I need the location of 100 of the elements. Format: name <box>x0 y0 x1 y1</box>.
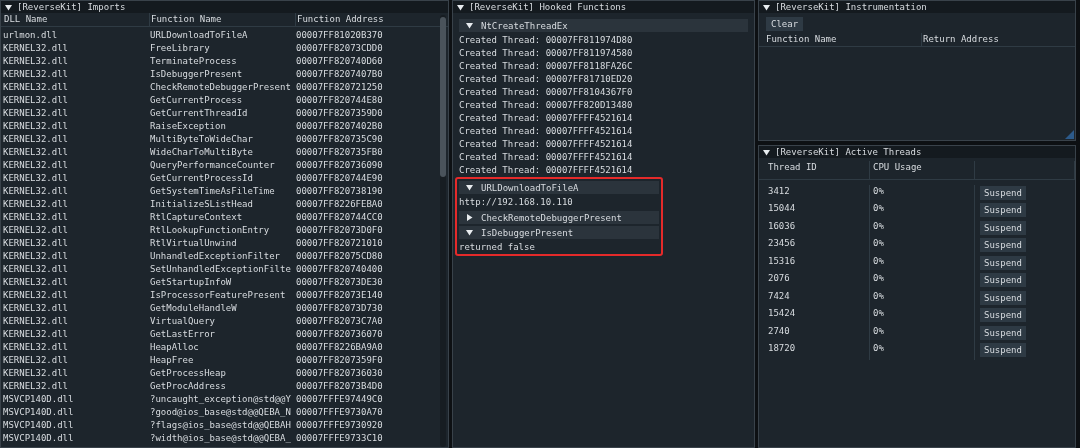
table-cell-text: 00007FF8226FEBA0 <box>296 198 384 211</box>
table-cell-text: KERNEL32.dll <box>3 328 70 341</box>
table-cell-text: KERNEL32.dll <box>3 211 70 224</box>
table-cell-text: UnhandledExceptionFilter <box>150 250 282 263</box>
column-header[interactable]: DLL Name <box>3 13 150 26</box>
table-cell-text: 00007FFFE97449C0 <box>296 393 384 406</box>
log-line: Created Thread: 00007FF8104367F0 <box>459 86 634 99</box>
tree-node-label: CheckRemoteDebuggerPresent <box>481 212 622 223</box>
table-cell-text: InitializeSListHead <box>150 198 254 211</box>
table-cell-text: KERNEL32.dll <box>3 159 70 172</box>
suspend-button[interactable]: Suspend <box>980 290 1026 305</box>
window-title-bar[interactable]: [ReverseKit] Hooked Functions <box>453 1 754 13</box>
table-cell: 3412 <box>765 184 870 202</box>
table-cell-text: KERNEL32.dll <box>3 172 70 185</box>
window-title-bar[interactable]: [ReverseKit] Active Threads <box>759 146 1075 158</box>
table-cell-text: MSVCP140D.dll <box>3 393 75 406</box>
tree-node-header[interactable]: IsDebuggerPresent <box>459 226 659 239</box>
expanded-arrow-icon[interactable] <box>466 184 473 191</box>
table-cell-text: KERNEL32.dll <box>3 198 70 211</box>
table-cell-text: TerminateProcess <box>150 55 238 68</box>
table-cell-text: RtlVirtualUnwind <box>150 237 238 250</box>
suspend-button[interactable]: Suspend <box>980 203 1026 217</box>
table-cell-text: 00007FF8207359D0 <box>296 107 384 120</box>
table-cell-text: KERNEL32.dll <box>3 120 70 133</box>
table-cell: 0% <box>870 202 975 220</box>
table-cell-text: 00007FF820736030 <box>296 367 384 380</box>
window-title-bar[interactable]: [ReverseKit] Instrumentation <box>759 1 1075 13</box>
resize-grip-icon[interactable] <box>1065 130 1074 139</box>
suspend-button[interactable]: Suspend <box>980 325 1026 340</box>
table-cell-text: KERNEL32.dll <box>3 94 70 107</box>
table-cell-text: KERNEL32.dll <box>3 55 70 68</box>
table-cell-text: QueryPerformanceCounter <box>150 159 276 172</box>
table-cell-text: ?good@ios_base@std@@QEBA_N <box>150 406 292 419</box>
suspend-button[interactable]: Suspend <box>980 185 1026 200</box>
table-cell-text: 00007FF82073D730 <box>296 302 384 315</box>
table-cell-text: KERNEL32.dll <box>3 237 70 250</box>
table-cell-text: KERNEL32.dll <box>3 146 70 159</box>
suspend-button[interactable]: Suspend <box>980 273 1026 287</box>
tree-node-header[interactable]: NtCreateThreadEx <box>459 19 748 32</box>
table-cell-text: MSVCP140D.dll <box>3 419 75 432</box>
table-cell-text: 00007FF82075CD80 <box>296 250 384 263</box>
table-cell-text: 00007FF8207402B0 <box>296 120 384 133</box>
table-cell-text: ?flags@ios_base@std@@QEBAH <box>150 419 292 432</box>
table-cell-text: 00007FF820735C90 <box>296 133 384 146</box>
expanded-arrow-icon[interactable] <box>763 3 770 11</box>
suspend-button[interactable]: Suspend <box>980 238 1026 252</box>
tree-node-header[interactable]: CheckRemoteDebuggerPresent <box>459 211 659 224</box>
table-cell-text: KERNEL32.dll <box>3 263 70 276</box>
window-title: [ReverseKit] Instrumentation <box>775 2 927 12</box>
window-title: [ReverseKit] Hooked Functions <box>469 2 627 12</box>
window-title: [ReverseKit] Active Threads <box>775 147 922 157</box>
table-cell-text: KERNEL32.dll <box>3 289 70 302</box>
table-cell: 0% <box>870 237 975 255</box>
clear-button[interactable]: Clear <box>766 17 804 31</box>
table-cell-text: 00007FF82073DE30 <box>296 276 384 289</box>
suspend-button[interactable]: Suspend <box>980 343 1026 357</box>
expanded-arrow-icon[interactable] <box>763 148 770 156</box>
expanded-arrow-icon[interactable] <box>457 3 464 11</box>
table-cell-text: KERNEL32.dll <box>3 133 70 146</box>
table-cell: 0% <box>870 184 975 202</box>
log-line: Created Thread: 00007FFFF4521614 <box>459 138 634 151</box>
tree-node-header[interactable]: URLDownloadToFileA <box>459 181 659 194</box>
collapsed-arrow-icon[interactable] <box>466 214 473 221</box>
log-line: Created Thread: 00007FFFF4521614 <box>459 125 634 138</box>
table-cell-text: 00007FF82073C7A0 <box>296 315 384 328</box>
table-cell-text: 00007FF820744E80 <box>296 94 384 107</box>
tree-node-label: IsDebuggerPresent <box>481 227 574 238</box>
table-cell-text: KERNEL32.dll <box>3 68 70 81</box>
table-cell-text: HeapAlloc <box>150 341 200 354</box>
tree-node-label: NtCreateThreadEx <box>481 20 568 31</box>
table-cell-text: KERNEL32.dll <box>3 42 70 55</box>
table-cell: 0% <box>870 307 975 325</box>
scrollbar[interactable] <box>440 15 446 447</box>
suspend-button[interactable]: Suspend <box>980 220 1026 235</box>
expanded-arrow-icon[interactable] <box>5 3 12 11</box>
table-cell-text: KERNEL32.dll <box>3 185 70 198</box>
column-header[interactable]: Return Address <box>922 33 1072 46</box>
table-cell: 23456 <box>765 237 870 255</box>
table-cell-text: MultiByteToWideChar <box>150 133 254 146</box>
table-cell-text: GetModuleHandleW <box>150 302 238 315</box>
table-cell-text: 00007FF8226BA9A0 <box>296 341 384 354</box>
column-header[interactable]: Thread ID <box>765 161 870 179</box>
column-header[interactable]: Function Address <box>296 13 442 26</box>
table-cell-text: CheckRemoteDebuggerPresent <box>150 81 292 94</box>
table-cell: 0% <box>870 342 975 360</box>
expanded-arrow-icon[interactable] <box>466 22 473 29</box>
column-header[interactable]: Function Name <box>150 13 296 26</box>
suspend-button[interactable]: Suspend <box>980 308 1026 322</box>
column-header[interactable]: Function Name <box>765 33 922 46</box>
table-cell-text: FreeLibrary <box>150 42 211 55</box>
table-cell-text: GetCurrentThreadId <box>150 107 249 120</box>
table-cell-text: KERNEL32.dll <box>3 302 70 315</box>
tree-node-label: URLDownloadToFileA <box>481 182 579 193</box>
table-cell-text: 00007FF8207359F0 <box>296 354 384 367</box>
expanded-arrow-icon[interactable] <box>466 229 473 236</box>
column-header[interactable]: CPU Usage <box>870 161 975 179</box>
window-title: [ReverseKit] Imports <box>17 2 126 12</box>
window-title-bar[interactable]: [ReverseKit] Imports <box>1 1 448 13</box>
suspend-button[interactable]: Suspend <box>980 255 1026 270</box>
table-cell-text: KERNEL32.dll <box>3 315 70 328</box>
